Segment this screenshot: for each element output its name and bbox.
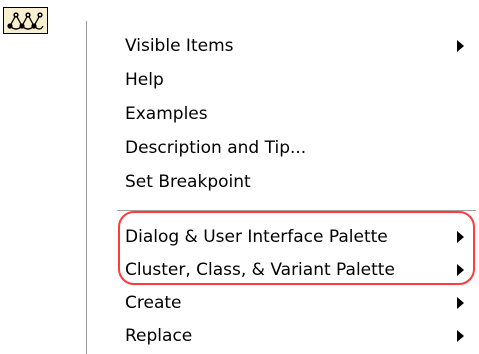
menu-item-help[interactable]: Help [87,63,476,96]
menu-item-cluster-class-variant-palette[interactable]: Cluster, Class, & Variant Palette [87,253,476,286]
menu-item-label: Cluster, Class, & Variant Palette [125,260,395,280]
menu-item-label: Create [125,293,182,313]
triangle-right-icon [457,231,464,243]
triangle-right-icon [457,40,464,52]
node-graph-icon-drawing [7,12,44,30]
menu-item-visible-items[interactable]: Visible Items [87,29,476,62]
menu-item-label: Visible Items [125,36,234,56]
menu-item-label: Set Breakpoint [125,172,251,192]
menu-item-description-and-tip[interactable]: Description and Tip... [87,131,476,164]
triangle-right-icon [457,330,464,342]
menu-item-label: Replace [125,326,193,346]
menu-item-create[interactable]: Create [87,286,476,319]
menu-item-label: Help [125,70,164,90]
triangle-right-icon [457,297,464,309]
menu-item-set-breakpoint[interactable]: Set Breakpoint [87,165,476,198]
menu-item-label: Description and Tip... [125,138,307,158]
menu-item-label: Examples [125,104,208,124]
menu-item-replace[interactable]: Replace [87,319,476,352]
menu-item-dialog-user-interface-palette[interactable]: Dialog & User Interface Palette [87,220,476,253]
menu-item-label: Dialog & User Interface Palette [125,227,388,247]
menu-separator [117,210,476,212]
node-graph-icon[interactable] [3,7,48,34]
triangle-right-icon [457,264,464,276]
menu-item-examples[interactable]: Examples [87,97,476,130]
context-menu: Visible Items Help Examples Description … [86,21,476,354]
context-menu-screenshot: Visible Items Help Examples Description … [0,0,479,354]
